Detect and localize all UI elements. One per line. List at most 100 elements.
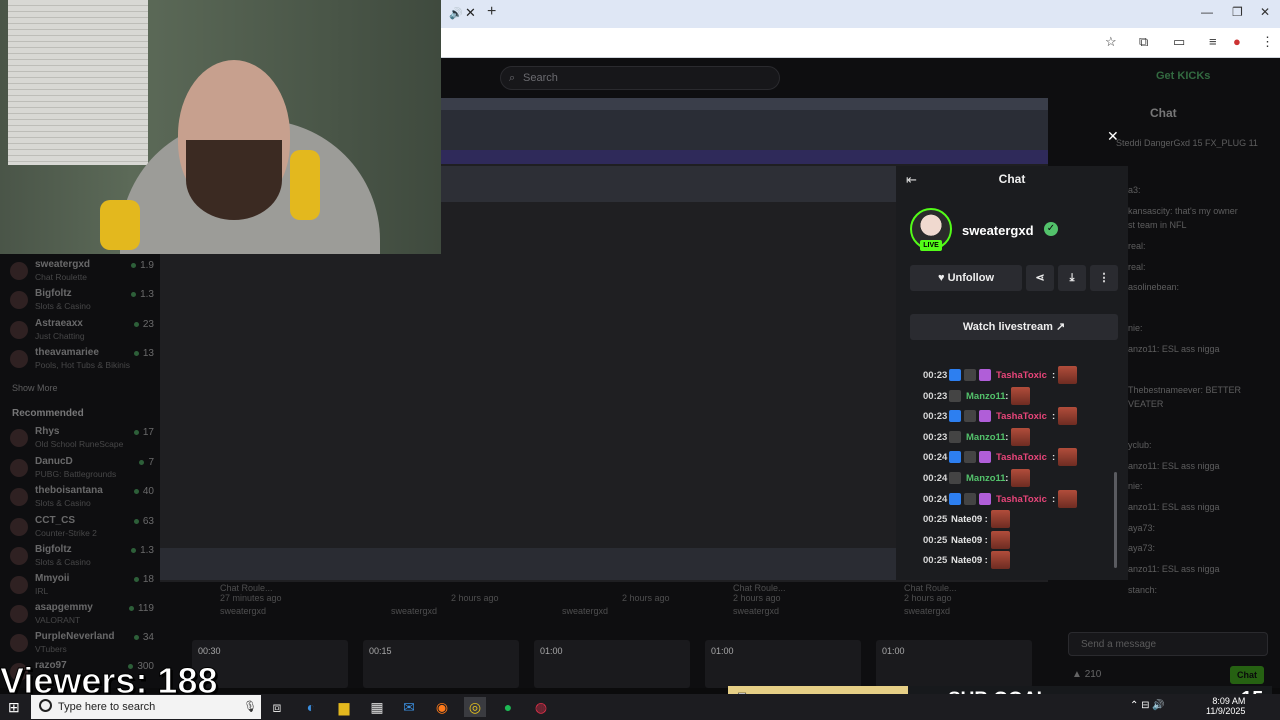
site-search-input[interactable]: ⌕ Search xyxy=(500,66,780,90)
mail-icon[interactable]: ✉ xyxy=(398,697,420,717)
firefox-icon[interactable]: ◉ xyxy=(431,697,453,717)
video-channel[interactable]: sweatergxd xyxy=(733,606,779,616)
sidebar-channel[interactable]: Mmyoii IRL 18 xyxy=(10,573,156,601)
system-clock[interactable]: 8:09 AM 11/9/2025 xyxy=(1206,696,1245,716)
chat-send-button[interactable]: Chat xyxy=(1230,666,1264,684)
profile-avatar-icon[interactable]: ● xyxy=(1233,34,1241,49)
windows-taskbar: Type here to search 🎙 xyxy=(0,694,1280,720)
chat-separator: : xyxy=(984,555,988,567)
browser-menu-icon[interactable]: ⋮ xyxy=(1261,34,1274,50)
get-kicks-button[interactable]: Get KICKs xyxy=(1156,70,1226,86)
chat-username[interactable]: Manzo11 xyxy=(966,391,1006,402)
chat-username[interactable]: Nate09 xyxy=(951,555,982,566)
clock-time: 8:09 AM xyxy=(1212,696,1246,706)
extensions-icon[interactable]: ⧉ xyxy=(1139,34,1148,50)
viewer-count: 40 xyxy=(133,486,154,497)
spotify-icon[interactable]: ● xyxy=(497,697,519,717)
sidebar-channel[interactable]: DanucD PUBG: Battlegrounds 7 xyxy=(10,456,156,484)
chat-username[interactable]: Manzo11 xyxy=(966,473,1006,484)
minimize-button[interactable]: — xyxy=(1201,5,1213,19)
sidebar-channel[interactable]: asapgemmy VALORANT 119 xyxy=(10,602,156,630)
chat-badge-icon xyxy=(949,430,961,443)
chat-line: yclub: xyxy=(1128,440,1152,450)
chat-username[interactable]: TashaToxic xyxy=(996,411,1047,422)
chat-username[interactable]: Nate09 xyxy=(951,535,982,546)
chat-username[interactable]: Nate09 xyxy=(951,514,982,525)
maximize-button[interactable]: ❐ xyxy=(1232,5,1243,19)
tray-icons[interactable]: ⌃ ⊟ 🔊 xyxy=(1130,700,1165,711)
task-view-icon[interactable]: ⧈ xyxy=(266,697,288,717)
sidebar-channel[interactable]: Astraeaxx Just Chatting 23 xyxy=(10,318,156,346)
audio-icon: 🔊 xyxy=(449,8,463,20)
channel-category: VTubers xyxy=(35,644,67,654)
send-message-input[interactable]: Send a message xyxy=(1068,632,1268,656)
avatar xyxy=(10,459,28,477)
sidebar-channel[interactable]: PurpleNeverland VTubers 34 xyxy=(10,631,156,659)
video-duration: 01:00 xyxy=(882,646,905,656)
tab-close-button[interactable]: ✕ xyxy=(465,5,476,21)
download-icon[interactable]: ⤓ xyxy=(1058,265,1086,291)
video-title[interactable]: Chat Roule... xyxy=(733,583,786,593)
sidebar-channel[interactable]: theboisantana Slots & Casino 40 xyxy=(10,485,156,513)
chat-badge-icon xyxy=(964,410,976,423)
video-duration: 00:30 xyxy=(198,646,221,656)
webcam-overlay xyxy=(0,0,441,254)
address-bar[interactable]: ☆ ⧉ ▭ ≡ ● ⋮ xyxy=(441,28,1280,58)
chat-username[interactable]: Manzo11 xyxy=(966,432,1006,443)
sidebar-channel[interactable]: Rhys Old School RuneScape 17 xyxy=(10,426,156,454)
edge-icon[interactable]: ◐ xyxy=(300,697,322,717)
sidebar-channel[interactable]: Bigfoltz Slots & Casino 1.3 xyxy=(10,544,156,572)
sidebar-channel[interactable]: sweatergxd Chat Roulette 1.9 xyxy=(10,259,156,287)
channel-category: Slots & Casino xyxy=(35,557,91,567)
watch-livestream-button[interactable]: Watch livestream ↗ xyxy=(910,314,1118,340)
sidebar-channel[interactable]: CCT_CS Counter-Strike 2 63 xyxy=(10,515,156,543)
chat-timestamp: 00:24 xyxy=(923,452,948,464)
new-tab-button[interactable]: + xyxy=(487,3,496,21)
chat-title: Chat xyxy=(998,172,1026,186)
store-icon[interactable]: ▦ xyxy=(366,697,388,717)
bookmark-star-icon[interactable]: ☆ xyxy=(1105,34,1117,50)
chat-line: aya73: xyxy=(1128,523,1156,533)
show-more-link[interactable]: Show More xyxy=(12,383,58,393)
video-channel[interactable]: sweatergxd xyxy=(391,606,437,616)
channel-name: Bigfoltz xyxy=(35,544,72,555)
chrome-icon[interactable]: ◎ xyxy=(464,697,486,717)
sidebar-channel[interactable]: Bigfoltz Slots & Casino 1.3 xyxy=(10,288,156,316)
video-duration: 01:00 xyxy=(711,646,734,656)
chat-username[interactable]: TashaToxic xyxy=(996,452,1047,463)
more-options-icon[interactable]: ⋮ xyxy=(1090,265,1118,291)
chat-badge-icon xyxy=(964,492,976,505)
obs-icon[interactable]: ◍ xyxy=(530,697,552,717)
unfollow-button[interactable]: ♥ Unfollow xyxy=(910,265,1022,291)
video-title[interactable]: Chat Roule... xyxy=(220,583,273,593)
taskbar-search-input[interactable]: Type here to search 🎙 xyxy=(31,695,261,719)
chat-line: Steddi DangerGxd 15 FX_PLUG 11 xyxy=(1116,138,1258,148)
microphone-icon[interactable]: 🎙 xyxy=(243,700,257,713)
chat-line: kansascity: that's my owner xyxy=(1128,206,1238,216)
video-age: 2 hours ago xyxy=(904,593,952,603)
cast-icon[interactable]: ▭ xyxy=(1173,34,1185,50)
video-age: 2 hours ago xyxy=(451,593,499,603)
close-window-button[interactable]: ✕ xyxy=(1260,5,1270,19)
video-channel[interactable]: sweatergxd xyxy=(220,606,266,616)
share-icon[interactable]: ⋖ xyxy=(1026,265,1054,291)
chat-emote-image xyxy=(1058,489,1077,508)
file-explorer-icon[interactable]: ▆ xyxy=(333,697,355,717)
sidebar-channel[interactable]: theavamariee Pools, Hot Tubs & Bikinis 1… xyxy=(10,347,156,375)
chat-scrollbar[interactable] xyxy=(1114,472,1117,568)
channel-name: sweatergxd xyxy=(35,259,91,270)
chat-username[interactable]: TashaToxic xyxy=(996,494,1047,505)
channel-category: Pools, Hot Tubs & Bikinis xyxy=(35,360,130,370)
close-icon[interactable]: ✕ xyxy=(1107,128,1119,145)
video-channel[interactable]: sweatergxd xyxy=(904,606,950,616)
windows-start-icon[interactable]: ⊞ xyxy=(8,699,20,716)
search-icon: ⌕ xyxy=(509,72,516,84)
video-title[interactable]: Chat Roule... xyxy=(904,583,957,593)
channel-category: Chat Roulette xyxy=(35,272,87,282)
media-control-icon[interactable]: ≡ xyxy=(1209,34,1217,49)
streamer-name[interactable]: sweatergxd xyxy=(962,223,1034,238)
chat-line: nie: xyxy=(1128,323,1143,333)
chat-username[interactable]: TashaToxic xyxy=(996,370,1047,381)
video-channel[interactable]: sweatergxd xyxy=(562,606,608,616)
chat-separator: : xyxy=(1005,390,1009,402)
